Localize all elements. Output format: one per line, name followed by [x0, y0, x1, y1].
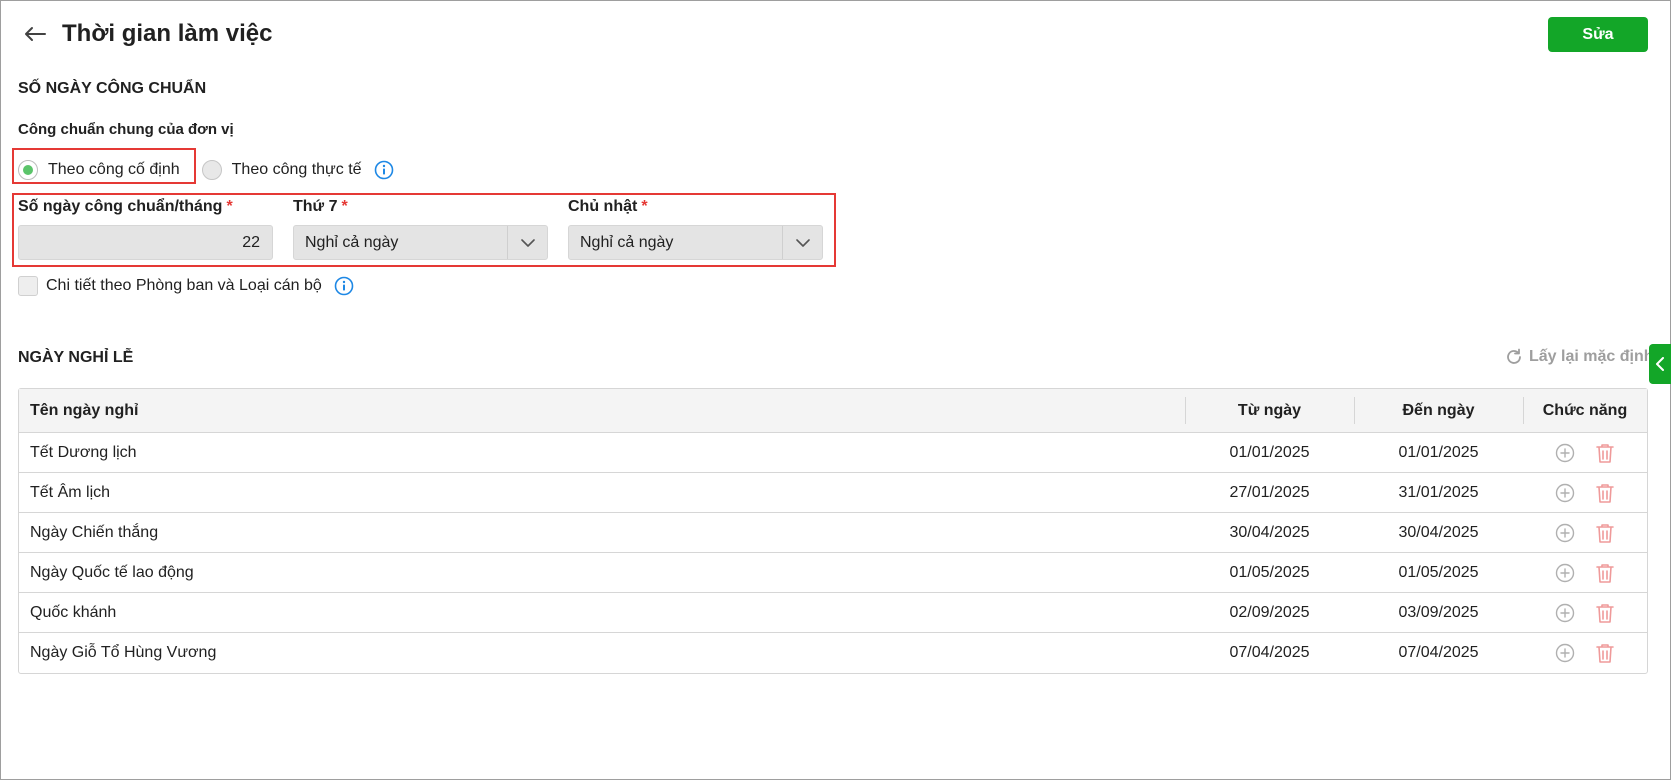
holiday-to-cell: 03/09/2025 [1398, 603, 1479, 621]
table-row[interactable]: Ngày Quốc tế lao động 01/05/2025 01/05/202… [19, 553, 1647, 593]
holidays-table: Tên ngày nghỉ Từ ngày Đến ngày Chức năng… [18, 388, 1648, 674]
required-mark: * [226, 198, 233, 215]
holiday-name-cell: Ngày Giỗ Tổ Hùng Vương [30, 644, 217, 661]
holiday-from-cell: 01/05/2025 [1229, 563, 1310, 581]
table-header: Tên ngày nghỉ Từ ngày Đến ngày Chức năng [19, 389, 1647, 433]
chevron-down-icon[interactable] [782, 226, 822, 259]
reset-default-button[interactable]: Lấy lại mặc định [1505, 348, 1653, 366]
saturday-label: Thứ 7 * [293, 198, 348, 215]
chevron-down-icon[interactable] [507, 226, 547, 259]
table-row[interactable]: Tết Âm lịch 27/01/2025 31/01/2025 [19, 473, 1647, 513]
holiday-from-cell: 02/09/2025 [1229, 603, 1310, 621]
trash-icon[interactable] [1593, 521, 1617, 545]
column-header-actions: Chức năng [1523, 389, 1647, 432]
holiday-to-cell: 31/01/2025 [1398, 483, 1479, 501]
radio-actual-days[interactable]: Theo công thực tế [201, 160, 362, 180]
detail-by-department-checkbox[interactable] [18, 276, 38, 296]
holiday-name-cell: Ngày Quốc tế lao động [30, 563, 194, 581]
holiday-from-cell: 27/01/2025 [1229, 483, 1310, 501]
back-arrow-icon[interactable] [20, 19, 50, 49]
column-header-to: Đến ngày [1354, 389, 1523, 432]
holidays-section-title: NGÀY NGHỈ LỄ [18, 349, 134, 366]
page-title: Thời gian làm việc [62, 20, 273, 47]
holiday-actions-cell [1523, 433, 1647, 472]
detail-by-department-label: Chi tiết theo Phòng ban và Loại cán bộ [46, 277, 322, 294]
holiday-from-cell: 07/04/2025 [1229, 644, 1310, 661]
holiday-name-cell: Ngày Chiến thắng [30, 523, 159, 541]
edit-button[interactable]: Sửa [1548, 17, 1648, 52]
sunday-select-value: Nghỉ cả ngày [580, 233, 674, 251]
sunday-label: Chủ nhật * [568, 198, 648, 215]
holiday-to-cell: 01/05/2025 [1398, 563, 1479, 581]
table-row[interactable]: Tết Dương lịch 01/01/2025 01/01/2025 [19, 433, 1647, 473]
radio-fixed-label: Theo công cố định [48, 161, 180, 178]
required-mark: * [341, 198, 348, 215]
radio-actual-indicator[interactable] [201, 160, 222, 180]
info-icon[interactable] [374, 160, 394, 180]
days-per-month-label: Số ngày công chuẩn/tháng * [18, 198, 233, 215]
holiday-actions-cell [1523, 553, 1647, 592]
standard-days-group-title: Công chuẩn chung của đơn vị [18, 121, 234, 138]
trash-icon[interactable] [1593, 561, 1617, 585]
side-panel-toggle[interactable] [1649, 344, 1671, 384]
standard-mode-radio-group: Theo công cố định Theo công thực tế [18, 157, 394, 183]
radio-actual-label: Theo công thực tế [231, 161, 362, 178]
saturday-select-value: Nghỉ cả ngày [305, 233, 399, 251]
detail-by-department-option: Chi tiết theo Phòng ban và Loại cán bộ [18, 276, 354, 296]
holiday-name-cell: Quốc khánh [30, 603, 117, 621]
trash-icon[interactable] [1593, 641, 1617, 665]
holiday-actions-cell [1523, 473, 1647, 512]
holiday-actions-cell [1523, 593, 1647, 632]
add-circle-icon[interactable] [1553, 601, 1577, 625]
holiday-to-cell: 07/04/2025 [1398, 644, 1479, 661]
column-header-from: Từ ngày [1185, 389, 1354, 432]
add-circle-icon[interactable] [1553, 561, 1577, 585]
trash-icon[interactable] [1593, 441, 1617, 465]
holiday-from-cell: 30/04/2025 [1229, 523, 1310, 541]
table-row[interactable]: Quốc khánh 02/09/2025 03/09/2025 [19, 593, 1647, 633]
holiday-actions-cell [1523, 633, 1647, 673]
holiday-to-cell: 30/04/2025 [1398, 523, 1479, 541]
radio-fixed-days[interactable]: Theo công cố định [18, 160, 180, 180]
saturday-select[interactable]: Nghỉ cả ngày [293, 225, 548, 260]
holiday-name-cell: Tết Âm lịch [30, 483, 111, 501]
table-row[interactable]: Ngày Chiến thắng 30/04/2025 30/04/2025 [19, 513, 1647, 553]
standard-days-section-title: SỐ NGÀY CÔNG CHUẨN [18, 80, 207, 97]
sunday-select[interactable]: Nghỉ cả ngày [568, 225, 823, 260]
trash-icon[interactable] [1593, 481, 1617, 505]
column-header-name: Tên ngày nghỉ [30, 401, 139, 419]
refresh-icon [1507, 348, 1521, 364]
add-circle-icon[interactable] [1553, 641, 1577, 665]
required-mark: * [641, 198, 648, 215]
holiday-name-cell: Tết Dương lịch [30, 443, 137, 461]
holiday-from-cell: 01/01/2025 [1229, 443, 1310, 461]
table-body: Tết Dương lịch 01/01/2025 01/01/2025 Tết Âm… [19, 433, 1647, 673]
add-circle-icon[interactable] [1553, 521, 1577, 545]
reset-default-label: Lấy lại mặc định [1529, 348, 1654, 365]
radio-fixed-indicator[interactable] [18, 160, 38, 180]
table-row[interactable]: Ngày Giỗ Tổ Hùng Vương 07/04/2025 07/04/20… [19, 633, 1647, 673]
page-header: Thời gian làm việc [20, 14, 272, 54]
chevron-left-icon [1656, 357, 1664, 371]
holiday-actions-cell [1523, 513, 1647, 552]
trash-icon[interactable] [1593, 601, 1617, 625]
holiday-to-cell: 01/01/2025 [1398, 443, 1479, 461]
info-icon[interactable] [334, 276, 354, 296]
add-circle-icon[interactable] [1553, 441, 1577, 465]
days-per-month-input[interactable]: 22 [18, 225, 273, 260]
add-circle-icon[interactable] [1553, 481, 1577, 505]
